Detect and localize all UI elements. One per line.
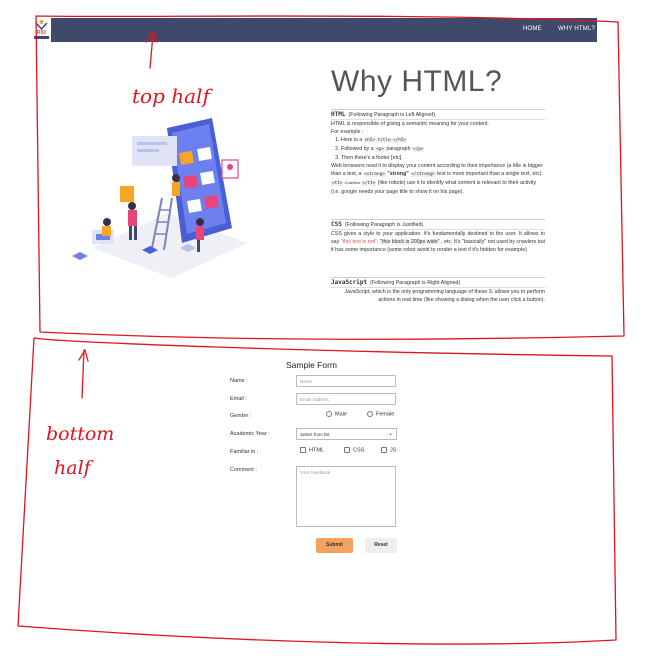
female-label: Female <box>376 411 395 418</box>
comment-textarea[interactable]: Your Feedback <box>296 466 396 527</box>
html-section: HTML (Following Paragraph is Left Aligned… <box>331 109 545 196</box>
html-section-header: HTML (Following Paragraph is Left Aligned… <box>331 109 545 120</box>
submit-button[interactable]: Submit <box>316 538 353 553</box>
name-label: Name : <box>230 378 248 384</box>
chevron-down-icon: ⌄ <box>387 431 393 437</box>
email-label: Email : <box>230 396 247 402</box>
javascript-paragraph: JavaScript, which is the only programmin… <box>344 289 545 303</box>
html-intro-line: HTML is responsible of giving a semantic… <box>331 121 489 127</box>
js-checkbox[interactable] <box>381 447 387 453</box>
male-label: Male <box>335 411 347 418</box>
top-arrow-icon <box>145 31 158 69</box>
html-option-label: HTML <box>309 447 324 454</box>
css-paragraph: CSS gives a style to your application. I… <box>331 231 545 253</box>
annotation-overlay: top half bottom half <box>17 15 625 645</box>
wide-block-example: "this block is 200px wide" <box>380 239 440 245</box>
html-keyword: HTML <box>331 111 346 118</box>
javascript-keyword: JavaScript <box>331 279 368 286</box>
familiar-js-option[interactable]: JS <box>381 447 396 453</box>
javascript-section: JavaScript (Following Paragraph is Right … <box>331 277 545 304</box>
html-example-line: For example : <box>331 129 364 135</box>
css-section: CSS (Following Paragraph is Justified) CS… <box>331 219 545 254</box>
page-title: Why HTML? <box>331 65 503 98</box>
gender-male-option[interactable]: Male <box>326 411 347 417</box>
inline-code: <h5> title </h5> <box>363 138 408 143</box>
email-input[interactable]: Email Address <box>296 393 396 405</box>
bottom-arrow-icon <box>78 349 89 399</box>
css-checkbox[interactable] <box>344 447 350 453</box>
academic-year-select[interactable]: Select from list ⌄ <box>296 428 397 440</box>
html-example-list: Here is a <h5> title </h5> Followed by a… <box>331 136 545 162</box>
css-section-header: CSS (Following Paragraph is Justified) <box>331 219 545 230</box>
red-text-example: "this text is red" <box>340 239 378 245</box>
css-alignment-note: (Following Paragraph is Justified) <box>344 222 424 228</box>
html-paragraph: Web browsers read it to display your con… <box>331 163 543 195</box>
javascript-alignment-note: (Following Paragraph is Right Aligned) <box>370 280 461 286</box>
html-checkbox[interactable] <box>300 447 306 453</box>
web-development-illustration <box>72 118 247 278</box>
js-option-label: JS <box>390 447 397 454</box>
javascript-section-header: JavaScript (Following Paragraph is Right … <box>331 277 545 288</box>
annotation-half: half <box>54 457 94 479</box>
annotation-bottom: bottom <box>46 423 114 445</box>
female-radio[interactable] <box>367 411 373 417</box>
male-radio[interactable] <box>326 411 332 417</box>
comment-label: Comment : <box>230 467 257 473</box>
css-option-label: CSS <box>353 447 365 454</box>
css-keyword: CSS <box>331 221 342 228</box>
annotation-top-half: top half <box>132 84 213 108</box>
html-alignment-note: (Following Paragraph is Left Aligned) <box>348 112 436 118</box>
list-item: Here is a <h5> title </h5> <box>341 136 545 145</box>
gender-female-option[interactable]: Female <box>367 411 394 417</box>
list-item: Then there's a footer [etc]. <box>341 154 545 162</box>
inline-code: <p> <box>375 147 385 152</box>
familiar-label: Familiar in : <box>230 449 259 455</box>
gender-label: Gender : <box>230 413 252 419</box>
list-item: Followed by a <p> paragraph </p> <box>341 145 545 154</box>
reset-button[interactable]: Reset <box>365 538 397 553</box>
academic-year-value: Select from list <box>300 432 330 437</box>
form-title: Sample Form <box>286 360 338 370</box>
familiar-html-option[interactable]: HTML <box>300 447 324 453</box>
inline-code: </p> <box>412 147 425 152</box>
name-input[interactable]: Name <box>296 375 396 387</box>
academic-year-label: Academic Year : <box>230 431 270 437</box>
familiar-css-option[interactable]: CSS <box>344 447 364 453</box>
